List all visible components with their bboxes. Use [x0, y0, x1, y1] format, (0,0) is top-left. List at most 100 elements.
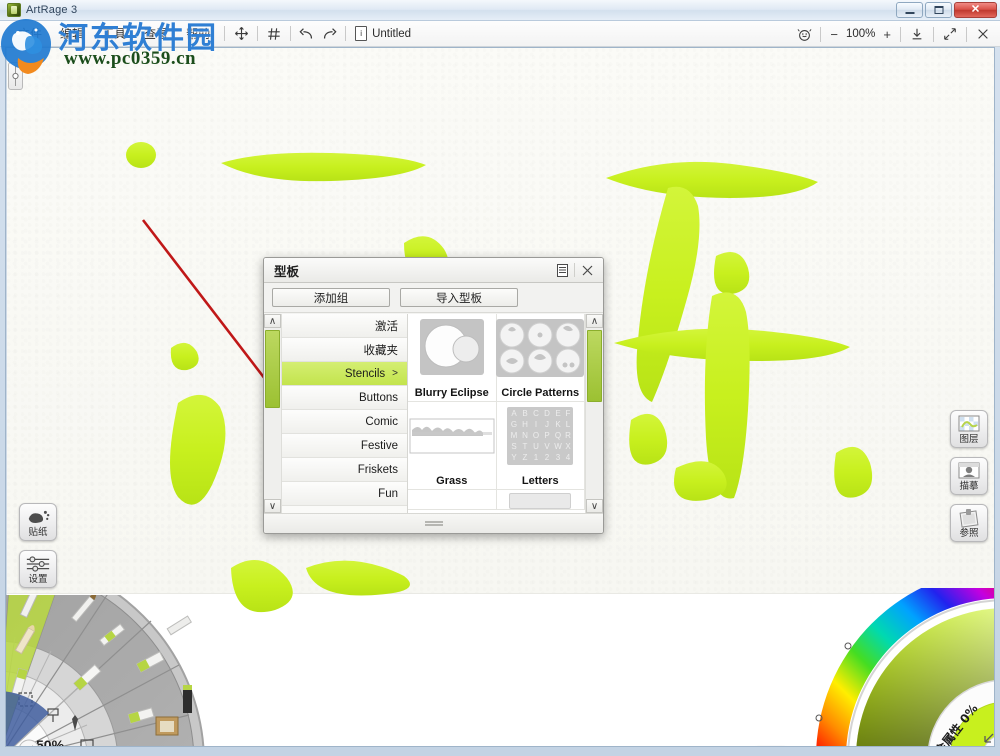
svg-text:Y: Y [512, 453, 518, 462]
stickers-panel-button[interactable]: 贴纸 [19, 503, 57, 541]
menu-bar: 文件 编辑 工具 查看 帮助 i Untitled − 100% + [0, 21, 1000, 47]
svg-text:F: F [566, 409, 571, 418]
stencil-thumbnail-grid: Blurry Eclipse Circle Patterns Grass A B… [408, 314, 585, 510]
stencil-thumbnail[interactable] [496, 490, 585, 510]
close-button[interactable]: ✕ [954, 2, 997, 18]
stencil-thumbnail[interactable]: Circle Patterns [495, 314, 585, 402]
category-item-friskets[interactable]: Friskets [282, 458, 407, 482]
minimize-button[interactable] [896, 2, 923, 18]
toolbar-right: − 100% + [793, 21, 994, 47]
grid-icon[interactable] [263, 24, 285, 44]
panel-footer[interactable] [264, 513, 603, 533]
minimize-icon [905, 12, 914, 14]
sliders-icon [25, 555, 51, 578]
panel-title-divider [574, 263, 575, 277]
category-scroll-down-button[interactable]: ∨ [264, 499, 281, 513]
fullscreen-icon[interactable] [939, 24, 961, 44]
category-item-comic[interactable]: Comic [282, 410, 407, 434]
stencil-thumbnail-label: Circle Patterns [501, 387, 580, 399]
undo-icon[interactable] [296, 24, 318, 44]
circle-patterns-thumb [495, 318, 585, 385]
letters-thumb: ABCDEF GHIJKL MNOPQR STUVWX YZ1234 [506, 406, 574, 473]
svg-text:S: S [512, 442, 517, 451]
menu-file[interactable]: 文件 [9, 23, 51, 45]
category-item-favorites[interactable]: 收藏夹 [282, 338, 407, 362]
svg-text:1: 1 [534, 453, 539, 462]
toolbar-divider [820, 26, 822, 42]
stencil-panel[interactable]: 型板 添加组 导入型板 ∧ ∨ 激活 收藏夹 Stencils > Button… [263, 257, 604, 534]
category-item-fun[interactable]: Fun [282, 482, 407, 506]
stencil-thumbnail[interactable] [408, 490, 497, 510]
maximize-icon [934, 6, 943, 14]
category-scroll-thumb[interactable] [265, 330, 280, 408]
window-title: ArtRage 3 [26, 4, 78, 16]
svg-text:T: T [523, 442, 528, 451]
canvas-lower-area [7, 593, 994, 746]
menu-view[interactable]: 查看 [135, 23, 177, 45]
svg-text:I: I [535, 420, 537, 429]
menu-tools[interactable]: 工具 [93, 23, 135, 45]
panel-title-bar[interactable]: 型板 [264, 258, 603, 283]
close-icon: ✕ [970, 3, 981, 16]
settings-panel-button[interactable]: 设置 [19, 550, 57, 588]
close-document-icon[interactable] [972, 24, 994, 44]
stencil-thumbnail[interactable]: ABCDEF GHIJKL MNOPQR STUVWX YZ1234 Letters [496, 402, 585, 490]
maximize-button[interactable] [925, 2, 952, 18]
move-icon[interactable] [230, 24, 252, 44]
thumbnail-scroll-down-button[interactable]: ∨ [586, 499, 603, 513]
category-label: Fun [378, 487, 398, 500]
toolbar-divider [290, 26, 292, 41]
svg-text:H: H [522, 420, 528, 429]
svg-text:N: N [522, 431, 528, 440]
panel-title: 型板 [274, 264, 300, 279]
sampler-button[interactable]: 取样 [753, 746, 789, 747]
zoom-out-button[interactable]: − [826, 27, 842, 42]
menu-help[interactable]: 帮助 [177, 23, 219, 45]
import-stencil-button[interactable]: 导入型板 [400, 288, 518, 307]
zoom-in-button[interactable]: + [879, 27, 895, 42]
category-label: Buttons [359, 391, 398, 404]
thumbnail-scroll-thumb[interactable] [587, 330, 602, 402]
category-scroll-up-button[interactable]: ∧ [264, 314, 281, 328]
fit-to-screen-icon[interactable] [793, 24, 815, 44]
tracing-panel-button[interactable]: 描摹 [950, 457, 988, 495]
resize-grip[interactable] [424, 521, 443, 526]
category-label: Friskets [357, 463, 398, 476]
svg-text:Q: Q [555, 431, 561, 440]
category-item-active[interactable]: 激活 [282, 314, 407, 338]
stencil-thumbnail-label: Letters [521, 475, 559, 487]
download-icon[interactable] [906, 24, 928, 44]
stencil-thumbnail[interactable]: Grass [408, 402, 497, 490]
grass-thumb [409, 418, 495, 461]
document-chip[interactable]: i Untitled [351, 26, 411, 41]
window-controls: ✕ [896, 2, 997, 18]
tracing-icon [958, 462, 980, 485]
category-list: 激活 收藏夹 Stencils > Buttons Comic Festive F… [282, 314, 408, 513]
menu-edit[interactable]: 编辑 [51, 23, 93, 45]
toolbar-divider [257, 26, 259, 41]
thumbnail-scrollbar[interactable]: ∧ ∨ [585, 314, 603, 513]
panel-menu-button[interactable] [552, 261, 572, 279]
reference-panel-button[interactable]: 参照 [950, 504, 988, 542]
toolbar-divider [900, 26, 901, 42]
svg-text:C: C [533, 409, 539, 418]
redo-icon[interactable] [318, 24, 340, 44]
document-info-icon: i [355, 26, 368, 41]
svg-text:U: U [533, 442, 539, 451]
category-label: Stencils [344, 367, 386, 380]
thumbnail-scroll-up-button[interactable]: ∧ [586, 314, 603, 328]
document-name: Untitled [372, 27, 412, 40]
stencil-thumbnail-area[interactable]: Blurry Eclipse Circle Patterns Grass A B… [408, 314, 585, 513]
layers-panel-button[interactable]: 图层 [950, 410, 988, 448]
canvas-position-handle[interactable] [8, 62, 23, 90]
svg-text:V: V [545, 442, 551, 451]
category-item-stencils[interactable]: Stencils > [282, 362, 407, 386]
category-item-festive[interactable]: Festive [282, 434, 407, 458]
category-scrollbar[interactable]: ∧ ∨ [264, 314, 282, 513]
stencil-thumbnail[interactable]: Blurry Eclipse [408, 314, 497, 402]
panel-close-button[interactable] [577, 261, 597, 279]
category-label: Comic [365, 415, 398, 428]
svg-text:A: A [512, 409, 518, 418]
category-item-buttons[interactable]: Buttons [282, 386, 407, 410]
add-group-button[interactable]: 添加组 [272, 288, 390, 307]
